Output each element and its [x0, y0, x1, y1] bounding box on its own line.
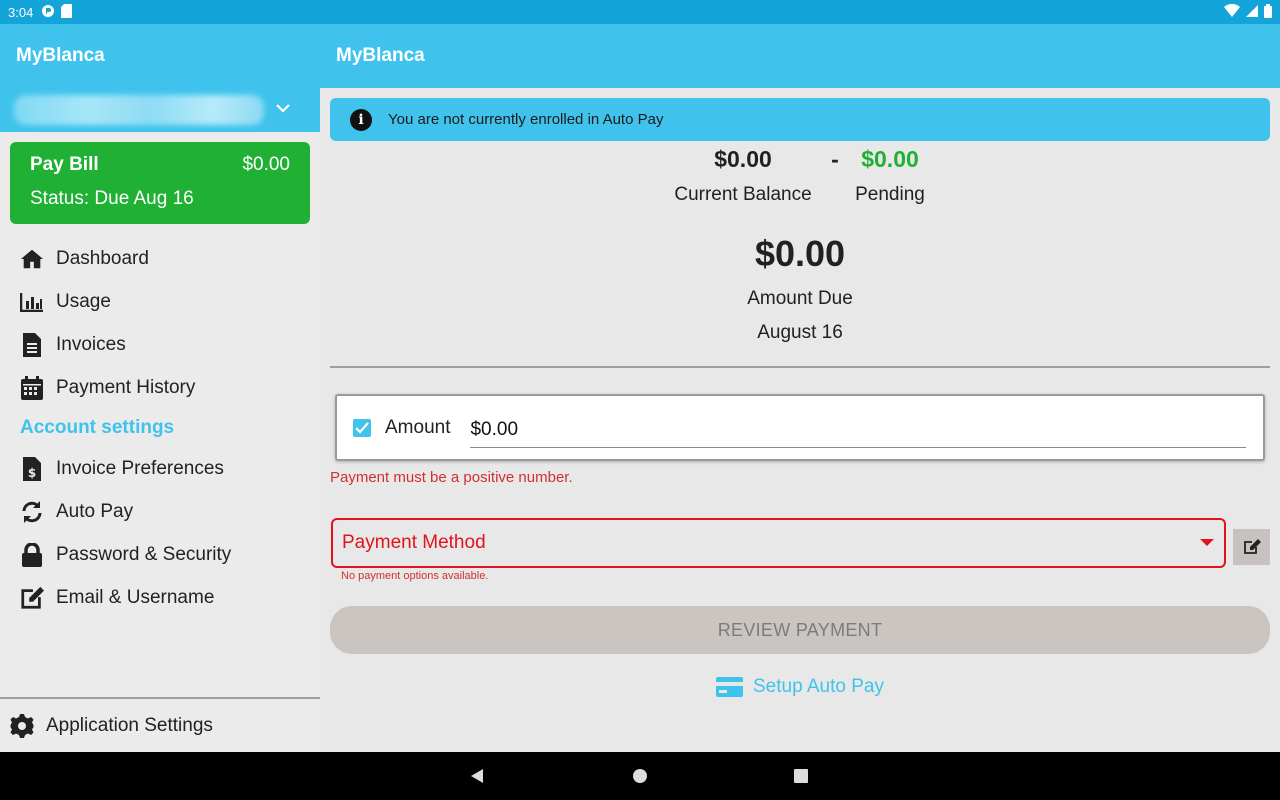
nav-item-email-username[interactable]: Email & Username [0, 576, 320, 619]
svg-text:$: $ [28, 466, 36, 480]
amount-due-value: $0.00 [754, 233, 846, 274]
nav-item-password-security[interactable]: Password & Security [0, 533, 320, 576]
pay-bill-amount: $0.00 [242, 154, 290, 175]
app-notification-icon [41, 4, 55, 21]
drawer-app-title: MyBlanca [16, 45, 105, 66]
recents-square-icon [794, 769, 808, 783]
current-balance-value: $0.00 [714, 146, 772, 172]
nav-item-label: Payment History [56, 376, 196, 398]
amount-due-label: Amount Due [747, 288, 853, 309]
banner-text: You are not currently enrolled in Auto P… [388, 111, 664, 128]
pending-value: $0.00 [861, 146, 919, 172]
review-payment-button[interactable]: REVIEW PAYMENT [330, 606, 1270, 654]
pay-bill-content: i You are not currently enrolled in Auto… [320, 88, 1280, 752]
account-name-redacted [14, 95, 264, 125]
wifi-icon [1224, 3, 1240, 20]
credit-card-icon [716, 677, 743, 697]
invoice-dollar-icon: $ [20, 456, 44, 481]
amount-due-date: August 16 [757, 322, 843, 343]
divider [330, 366, 1270, 368]
payment-method-select[interactable]: Payment Method [331, 518, 1226, 568]
account-selector[interactable] [0, 88, 320, 132]
info-icon: i [350, 108, 372, 131]
drawer-header: MyBlanca [0, 24, 320, 88]
edit-icon [20, 586, 44, 610]
review-payment-label: REVIEW PAYMENT [717, 619, 883, 640]
sd-card-icon [61, 3, 73, 21]
lock-icon [20, 542, 44, 567]
nav-item-label: Usage [56, 290, 111, 312]
amount-input[interactable] [470, 407, 1247, 448]
nav-item-usage[interactable]: Usage [0, 280, 320, 323]
pay-bill-status: Status: Due Aug 16 [30, 188, 194, 209]
application-settings-label: Application Settings [46, 714, 213, 736]
autopay-info-banner: i You are not currently enrolled in Auto… [330, 98, 1270, 141]
chevron-down-icon[interactable] [276, 100, 290, 118]
navigation-drawer: MyBlanca Pay Bill $0.00 Status: Due Aug … [0, 24, 320, 752]
pay-bill-card[interactable]: Pay Bill $0.00 Status: Due Aug 16 [10, 142, 310, 224]
status-bar: 3:04 [0, 0, 1280, 24]
setup-auto-pay-link[interactable]: Setup Auto Pay [320, 676, 1280, 698]
sync-icon [20, 500, 44, 524]
nav-item-label: Password & Security [56, 543, 232, 565]
current-balance-label: Current Balance [674, 184, 812, 205]
pay-bill-title: Pay Bill [30, 154, 99, 175]
nav-item-auto-pay[interactable]: Auto Pay [0, 490, 320, 533]
payment-method-error-text: No payment options available. [341, 570, 489, 582]
page-title: MyBlanca [336, 45, 425, 66]
nav-item-application-settings[interactable]: Application Settings [0, 697, 320, 752]
nav-item-label: Dashboard [56, 247, 149, 269]
dropdown-caret-icon [1200, 539, 1214, 546]
system-navigation-bar [0, 752, 1280, 800]
bar-chart-icon [20, 290, 44, 314]
account-settings-heading: Account settings [20, 417, 175, 438]
nav-item-label: Invoice Preferences [56, 457, 224, 479]
nav-item-label: Invoices [56, 333, 126, 355]
pending-label: Pending [855, 184, 925, 205]
edit-payment-method-button[interactable] [1233, 529, 1270, 565]
edit-icon [1243, 539, 1261, 554]
calendar-icon [20, 375, 44, 400]
payment-method-label: Payment Method [342, 532, 486, 553]
back-triangle-icon [471, 769, 483, 783]
signal-icon [1246, 4, 1258, 20]
drawer-menu: Dashboard Usage Invoices Payment History… [0, 237, 320, 619]
amount-card: Amount [335, 394, 1265, 461]
nav-item-dashboard[interactable]: Dashboard [0, 237, 320, 280]
setup-auto-pay-label: Setup Auto Pay [753, 676, 884, 697]
recents-button[interactable] [777, 752, 825, 800]
gear-icon [10, 713, 34, 738]
app-bar: MyBlanca [320, 24, 1280, 88]
amount-label: Amount [385, 416, 451, 438]
home-icon [20, 247, 44, 271]
nav-item-invoice-preferences[interactable]: $ Invoice Preferences [0, 447, 320, 490]
home-circle-icon [633, 769, 647, 783]
document-icon [20, 332, 44, 357]
nav-item-invoices[interactable]: Invoices [0, 323, 320, 366]
status-time: 3:04 [8, 4, 34, 20]
amount-error-text: Payment must be a positive number. [330, 469, 573, 486]
nav-item-label: Auto Pay [56, 500, 134, 522]
battery-icon [1264, 3, 1272, 21]
home-button[interactable] [616, 752, 664, 800]
nav-item-payment-history[interactable]: Payment History [0, 366, 320, 409]
amount-checkbox[interactable] [353, 418, 371, 437]
back-button[interactable] [453, 752, 501, 800]
nav-item-label: Email & Username [56, 586, 215, 608]
